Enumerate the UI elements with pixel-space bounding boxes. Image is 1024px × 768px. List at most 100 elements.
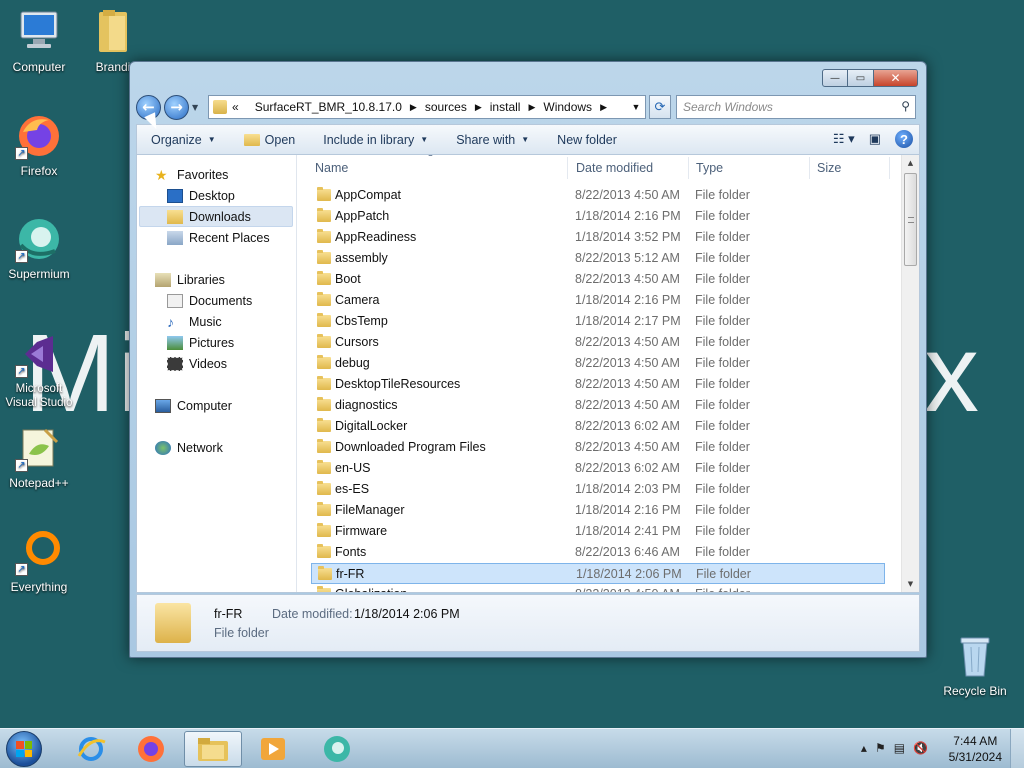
file-row[interactable]: Camera 1/18/2014 2:16 PM File folder — [311, 290, 885, 311]
start-button[interactable] — [6, 731, 42, 767]
file-row[interactable]: Downloaded Program Files 8/22/2013 4:50 A… — [311, 437, 885, 458]
file-row[interactable]: fr-FR 1/18/2014 2:06 PM File folder — [311, 563, 885, 584]
help-icon[interactable]: ? — [895, 130, 913, 148]
share-with-button[interactable]: Share with ▼ — [442, 133, 543, 147]
nav-desktop[interactable]: Desktop — [167, 185, 235, 206]
breadcrumb-surfacert[interactable]: SurfaceRT_BMR_10.8.17.0 — [255, 100, 402, 114]
taskbar-supermium[interactable] — [308, 731, 366, 767]
scroll-up-icon[interactable]: ▲ — [902, 155, 919, 171]
column-name[interactable]: Name — [315, 161, 348, 175]
taskbar-firefox[interactable] — [122, 731, 180, 767]
address-bar[interactable]: « SurfaceRT_BMR_10.8.17.0 ▶ sources ▶ in… — [208, 95, 646, 119]
file-row[interactable]: AppReadiness 1/18/2014 3:52 PM File folder — [311, 227, 885, 248]
maximize-button[interactable]: ▭ — [848, 69, 874, 87]
new-folder-button[interactable]: New folder — [543, 133, 631, 147]
file-row[interactable]: debug 8/22/2013 4:50 AM File folder — [311, 353, 885, 374]
chevron-right-icon[interactable]: ▶ — [475, 102, 482, 113]
desktop-icon-visual-studio[interactable]: ↗ Microsoft Visual Studio — [0, 330, 78, 410]
search-input[interactable]: Search Windows ⚲ — [676, 95, 916, 119]
preview-pane-icon[interactable]: ▣ — [869, 131, 881, 147]
nav-downloads[interactable]: Downloads — [139, 206, 293, 227]
desktop-icon-firefox[interactable]: ↗ Firefox — [0, 112, 78, 178]
open-button[interactable]: Open — [230, 133, 310, 147]
chevron-right-icon[interactable]: ▶ — [410, 102, 417, 113]
file-row[interactable]: FileManager 1/18/2014 2:16 PM File folder — [311, 500, 885, 521]
column-type[interactable]: Type — [696, 161, 723, 175]
nav-videos[interactable]: Videos — [167, 353, 227, 374]
desktop-icon-notepadpp[interactable]: ↗ Notepad++ — [0, 424, 78, 490]
desktop-icon-everything[interactable]: ↗ Everything — [0, 528, 78, 594]
clock-time: 7:44 AM — [953, 734, 998, 748]
scroll-down-icon[interactable]: ▼ — [902, 576, 919, 592]
desktop-icon-recycle-bin[interactable]: Recycle Bin — [936, 632, 1014, 698]
file-type: File folder — [695, 524, 750, 538]
taskbar-file-explorer[interactable] — [184, 731, 242, 767]
taskbar-internet-explorer[interactable] — [62, 731, 120, 767]
address-dropdown-icon[interactable]: ▼ — [627, 96, 645, 118]
refresh-icon[interactable]: ⟳ — [649, 95, 671, 119]
file-row[interactable]: Boot 8/22/2013 4:50 AM File folder — [311, 269, 885, 290]
breadcrumb-windows[interactable]: Windows — [543, 100, 592, 114]
folder-icon — [317, 229, 331, 243]
file-row[interactable]: en-US 8/22/2013 6:02 AM File folder — [311, 458, 885, 479]
action-center-flag-icon[interactable]: ⚑ — [875, 741, 886, 755]
file-row[interactable]: Firmware 1/18/2014 2:41 PM File folder — [311, 521, 885, 542]
search-placeholder: Search Windows — [683, 100, 773, 114]
file-date: 8/22/2013 6:02 AM — [575, 461, 680, 475]
file-row[interactable]: AppPatch 1/18/2014 2:16 PM File folder — [311, 206, 885, 227]
nav-computer[interactable]: Computer — [155, 395, 232, 416]
network-status-icon[interactable]: ▤ — [894, 741, 905, 755]
show-hidden-icons-icon[interactable]: ▴ — [861, 741, 867, 755]
file-type: File folder — [695, 251, 750, 265]
file-date: 8/22/2013 6:46 AM — [575, 545, 680, 559]
recent-pages-dropdown-icon[interactable]: ▼ — [192, 103, 198, 112]
chevron-right-icon[interactable]: ▶ — [528, 102, 535, 113]
file-type: File folder — [695, 188, 750, 202]
minimize-button[interactable]: — — [822, 69, 848, 87]
file-row[interactable]: AppCompat 8/22/2013 4:50 AM File folder — [311, 185, 885, 206]
chevron-down-icon: ▼ — [207, 135, 216, 144]
show-desktop-button[interactable] — [1010, 729, 1024, 768]
taskbar-media-player[interactable] — [244, 731, 302, 767]
close-button[interactable]: ✕ — [874, 69, 918, 87]
nav-recent-places[interactable]: Recent Places — [167, 227, 270, 248]
desktop-icon-computer[interactable]: Computer — [0, 8, 78, 74]
file-row[interactable]: assembly 8/22/2013 5:12 AM File folder — [311, 248, 885, 269]
nav-network[interactable]: Network — [155, 437, 223, 458]
organize-button[interactable]: Organize ▼ — [137, 133, 230, 147]
file-row[interactable]: es-ES 1/18/2014 2:03 PM File folder — [311, 479, 885, 500]
column-date-modified[interactable]: Date modified — [576, 161, 653, 175]
desktop-icon-supermium[interactable]: ↗ Supermium — [0, 215, 78, 281]
nav-music[interactable]: ♪ Music — [167, 311, 222, 332]
breadcrumb-install[interactable]: install — [490, 100, 521, 114]
view-options-icon[interactable]: ☷ ▾ — [833, 131, 855, 147]
file-row[interactable]: DigitalLocker 8/22/2013 6:02 AM File folde… — [311, 416, 885, 437]
nav-pictures[interactable]: Pictures — [167, 332, 234, 353]
nav-libraries[interactable]: Libraries — [155, 269, 225, 290]
column-size[interactable]: Size — [817, 161, 841, 175]
scroll-thumb[interactable] — [904, 173, 917, 266]
sort-ascending-icon: ▲ — [427, 155, 434, 158]
search-icon[interactable]: ⚲ — [901, 99, 910, 113]
forward-arrow-icon[interactable]: → — [164, 94, 189, 120]
file-row[interactable]: Fonts 8/22/2013 6:46 AM File folder — [311, 542, 885, 563]
breadcrumb-sources[interactable]: sources — [425, 100, 467, 114]
vertical-scrollbar[interactable]: ▲ ▼ — [901, 155, 919, 592]
file-row[interactable]: diagnostics 8/22/2013 4:50 AM File folder — [311, 395, 885, 416]
nav-favorites[interactable]: ★ Favorites — [155, 164, 228, 185]
file-row[interactable]: CbsTemp 1/18/2014 2:17 PM File folder — [311, 311, 885, 332]
folder-icon — [317, 586, 331, 592]
nav-documents[interactable]: Documents — [167, 290, 252, 311]
breadcrumb-overflow[interactable]: « — [232, 100, 239, 114]
volume-muted-icon[interactable]: 🔇 — [913, 741, 928, 755]
chevron-right-icon[interactable]: ▶ — [600, 102, 607, 113]
system-clock[interactable]: 7:44 AM 5/31/2024 — [949, 733, 1002, 765]
file-row[interactable]: DesktopTileResources 8/22/2013 4:50 AM Fil… — [311, 374, 885, 395]
include-in-library-button[interactable]: Include in library ▼ — [309, 133, 442, 147]
file-row[interactable]: Globalization 8/22/2013 4:50 AM File folde… — [311, 584, 885, 592]
file-date: 1/18/2014 2:06 PM — [576, 567, 682, 581]
notepadpp-icon: ↗ — [15, 424, 63, 472]
wallpaper-right-text: x — [924, 312, 981, 435]
file-row[interactable]: Cursors 8/22/2013 4:50 AM File folder — [311, 332, 885, 353]
details-type: File folder — [214, 626, 269, 640]
